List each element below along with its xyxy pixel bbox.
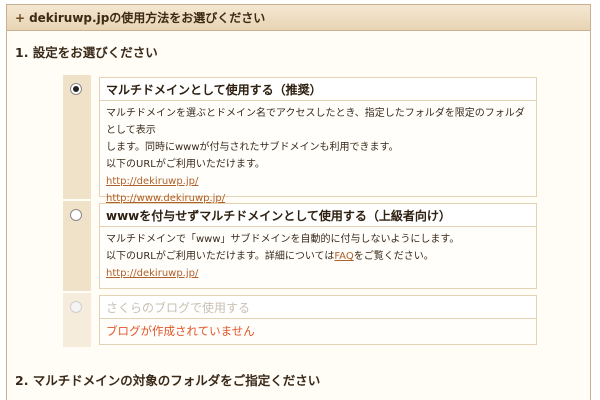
option-title: さくらのブログで使用する <box>99 295 537 319</box>
option-title[interactable]: wwwを付与せずマルチドメインとして使用する（上級者向け） <box>99 203 537 227</box>
url-link[interactable]: http://dekiruwp.jp/ <box>106 268 198 279</box>
option-multidomain[interactable]: マルチドメインとして使用する（推奨） マルチドメインを選ぶとドメイン名でアクセス… <box>63 75 543 204</box>
desc-line: 以下のURLがご利用いただけます。詳細についてはFAQをご覧ください。 <box>106 248 530 265</box>
panel-title: dekiruwp.jpの使用方法をお選びください <box>29 11 266 25</box>
error-message: ブログが作成されていません <box>106 324 255 338</box>
section-title-1: 1. 設定をお選びください <box>15 45 158 60</box>
desc-line: 以下のURLがご利用いただけます。 <box>106 159 265 170</box>
plus-icon: + <box>15 11 26 25</box>
desc-text: をご覧ください。 <box>353 251 434 262</box>
panel-header: + dekiruwp.jpの使用方法をお選びください <box>7 5 590 31</box>
desc-text: 以下のURLがご利用いただけます。詳細については <box>106 251 335 262</box>
option-description: マルチドメインを選ぶとドメイン名でアクセスしたとき、指定したフォルダを限定のフォ… <box>99 101 537 204</box>
url-link[interactable]: http://dekiruwp.jp/ <box>106 176 198 187</box>
desc-line: マルチドメインを選ぶとドメイン名でアクセスしたとき、指定したフォルダを限定のフォ… <box>106 108 525 136</box>
option-sakura-blog: さくらのブログで使用する ブログが作成されていません <box>63 293 543 347</box>
section-title-2: 2. マルチドメインの対象のフォルダをご指定ください <box>15 373 321 388</box>
desc-line: マルチドメインで「www」サブドメインを自動的に付与しないようにします。 <box>106 234 460 245</box>
option-title[interactable]: マルチドメインとして使用する（推奨） <box>99 77 537 101</box>
faq-link[interactable]: FAQ <box>334 251 353 262</box>
radio-sakura-blog <box>70 301 82 313</box>
settings-panel: + dekiruwp.jpの使用方法をお選びください 1. 設定をお選びください … <box>6 4 591 400</box>
radio-multidomain[interactable] <box>70 83 82 95</box>
option-description: マルチドメインで「www」サブドメインを自動的に付与しないようにします。 以下の… <box>99 227 537 289</box>
option-multidomain-no-www[interactable]: wwwを付与せずマルチドメインとして使用する（上級者向け） マルチドメインで「w… <box>63 201 543 291</box>
radio-multidomain-no-www[interactable] <box>70 209 82 221</box>
option-error: ブログが作成されていません <box>99 319 537 345</box>
desc-line: します。同時にwwwが付与されたサブドメインも利用できます。 <box>106 142 399 153</box>
